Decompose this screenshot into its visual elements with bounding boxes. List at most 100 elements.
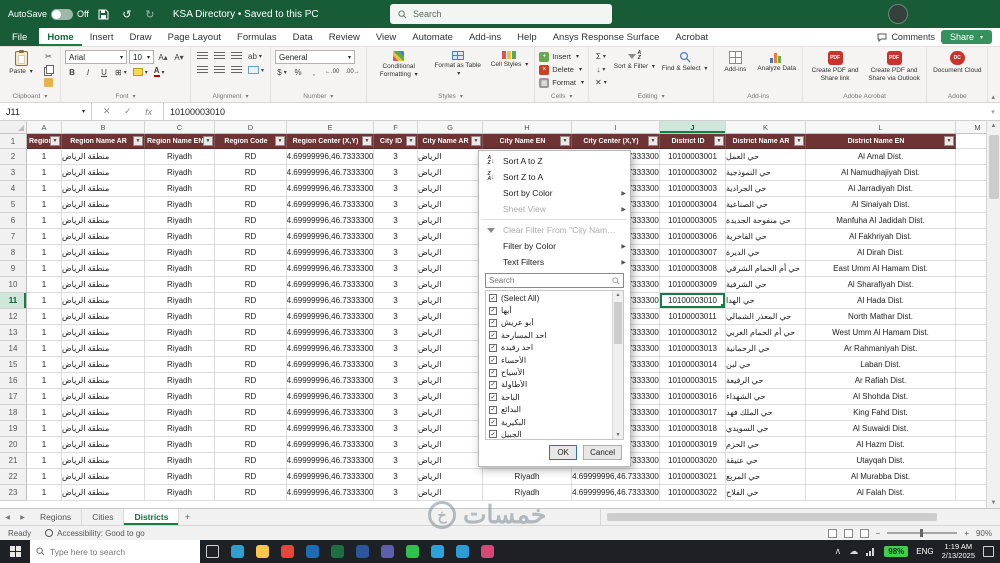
save-icon[interactable]	[96, 6, 112, 22]
align-center-button[interactable]	[212, 64, 227, 76]
battery-badge[interactable]: 98%	[884, 546, 909, 557]
cell[interactable]: منطقة الرياض	[62, 149, 145, 165]
cell[interactable]: الرياض	[418, 165, 483, 181]
cell[interactable]: RD	[215, 469, 287, 485]
cell[interactable]: [24.69999996,46.73333003]	[287, 229, 374, 245]
cell[interactable]: الرياض	[418, 357, 483, 373]
filter-button[interactable]: ▼	[471, 136, 481, 146]
cell[interactable]: الرياض	[418, 485, 483, 501]
cell[interactable]: حي المربع	[726, 469, 806, 485]
sheet-tab-regions[interactable]: Regions	[30, 509, 83, 525]
filter-button[interactable]: ▼	[362, 136, 372, 146]
cell[interactable]: [24.69999996,46.73333003]	[287, 181, 374, 197]
checkbox-checked-icon[interactable]: ✓	[489, 306, 497, 315]
taskbar-app-chrome[interactable]	[275, 545, 300, 558]
borders-button[interactable]: ⊞ ▾	[113, 66, 129, 78]
checkbox-checked-icon[interactable]: ✓	[489, 356, 497, 365]
column-header-f[interactable]: F	[374, 121, 418, 134]
increase-decimal-button[interactable]: ←.00	[323, 66, 341, 78]
bold-button[interactable]: B	[65, 66, 79, 78]
cell[interactable]: RD	[215, 277, 287, 293]
cell[interactable]: حي الشرفية	[726, 277, 806, 293]
cell[interactable]: Al Jarradiyah Dist.	[806, 181, 956, 197]
cell[interactable]: منطقة الرياض	[62, 421, 145, 437]
cell[interactable]: 3	[374, 245, 418, 261]
cell[interactable]: الرياض	[418, 469, 483, 485]
sort-filter-button[interactable]: AZ Sort & Filter ▾	[612, 50, 657, 72]
cell[interactable]: 3	[374, 341, 418, 357]
cell[interactable]: 10100003010	[660, 293, 726, 309]
filter-button[interactable]: ▼	[275, 136, 285, 146]
cell[interactable]: منطقة الرياض	[62, 469, 145, 485]
cell[interactable]: 3	[374, 437, 418, 453]
cell[interactable]: [24.69999996,46.73333003]	[287, 437, 374, 453]
cell[interactable]: Al Sharafiyah Dist.	[806, 277, 956, 293]
cell[interactable]: حي المعذر الشمالي	[726, 309, 806, 325]
cell[interactable]: الرياض	[418, 341, 483, 357]
cancel-entry-icon[interactable]: ✕	[103, 106, 111, 117]
comma-style-button[interactable]: ,	[307, 66, 321, 78]
cell[interactable]: الرياض	[418, 389, 483, 405]
cell[interactable]: RD	[215, 325, 287, 341]
cell[interactable]: 10100003008	[660, 261, 726, 277]
ribbon-tab-review[interactable]: Review	[321, 28, 368, 46]
analyze-data-button[interactable]: Analyze Data	[755, 50, 798, 74]
zoom-in-button[interactable]: +	[964, 529, 969, 538]
checkbox-checked-icon[interactable]: ✓	[489, 405, 497, 414]
row-header-22[interactable]: 22	[0, 469, 27, 485]
cell[interactable]: 3	[374, 373, 418, 389]
row-header-4[interactable]: 4	[0, 181, 27, 197]
filter-value-item[interactable]: ✓ احد المسارحة	[487, 329, 611, 341]
cell[interactable]: 10100003018	[660, 421, 726, 437]
cell-styles-button[interactable]: Cell Styles ▾	[489, 50, 531, 70]
filter-value-item[interactable]: ✓ الجبيل	[487, 428, 611, 439]
cell[interactable]: حي عتيقة	[726, 453, 806, 469]
cell[interactable]: حي الشهداء	[726, 389, 806, 405]
cell[interactable]: منطقة الرياض	[62, 485, 145, 501]
row-header-1[interactable]: 1	[0, 134, 27, 149]
row-header-18[interactable]: 18	[0, 405, 27, 421]
cell[interactable]: 10100003015	[660, 373, 726, 389]
cell[interactable]: Al Shohda Dist.	[806, 389, 956, 405]
cell[interactable]: [24.69999996,46.73333003]	[287, 277, 374, 293]
ribbon-tab-formulas[interactable]: Formulas	[229, 28, 285, 46]
row-header-6[interactable]: 6	[0, 213, 27, 229]
clear-button[interactable]: ✕ ▾	[593, 76, 609, 88]
insert-function-icon[interactable]: fx	[145, 107, 152, 117]
cell[interactable]: 1	[27, 405, 62, 421]
ribbon-tab-add-ins[interactable]: Add-ins	[461, 28, 509, 46]
cell[interactable]: Riyadh	[145, 293, 215, 309]
cell[interactable]: الرياض	[418, 149, 483, 165]
underline-button[interactable]: U	[97, 66, 111, 78]
fill-color-button[interactable]: ▾	[131, 66, 150, 78]
ribbon-tab-page-layout[interactable]: Page Layout	[160, 28, 229, 46]
cell[interactable]: Riyadh	[145, 373, 215, 389]
cell[interactable]: 10100003021	[660, 469, 726, 485]
row-header-3[interactable]: 3	[0, 165, 27, 181]
cell[interactable]: حي الحزم	[726, 437, 806, 453]
cell[interactable]: RD	[215, 309, 287, 325]
cell[interactable]: Al Fakhriyah Dist.	[806, 229, 956, 245]
cell[interactable]: 3	[374, 325, 418, 341]
cell[interactable]: 10100003014	[660, 357, 726, 373]
page-break-view-icon[interactable]	[859, 528, 869, 538]
cell[interactable]: RD	[215, 197, 287, 213]
redo-icon[interactable]: ↻	[142, 6, 158, 22]
cell[interactable]: منطقة الرياض	[62, 293, 145, 309]
cell[interactable]: منطقة الرياض	[62, 181, 145, 197]
cell[interactable]: [24.69999996,46.73333003]	[572, 485, 660, 501]
autosave-toggle[interactable]: AutoSave Off	[8, 8, 89, 20]
filter-search[interactable]	[485, 273, 624, 288]
cell[interactable]: RD	[215, 245, 287, 261]
cell[interactable]: RD	[215, 405, 287, 421]
cell[interactable]: 10100003006	[660, 229, 726, 245]
cell[interactable]: الرياض	[418, 277, 483, 293]
cell[interactable]: RD	[215, 437, 287, 453]
cell[interactable]: الرياض	[418, 293, 483, 309]
cell[interactable]: 3	[374, 197, 418, 213]
vertical-scrollbar[interactable]: ▲ ▼	[986, 121, 1000, 508]
confirm-entry-icon[interactable]: ✓	[124, 106, 132, 117]
cell[interactable]: 1	[27, 325, 62, 341]
ribbon-tab-view[interactable]: View	[368, 28, 404, 46]
cell[interactable]: 1	[27, 245, 62, 261]
